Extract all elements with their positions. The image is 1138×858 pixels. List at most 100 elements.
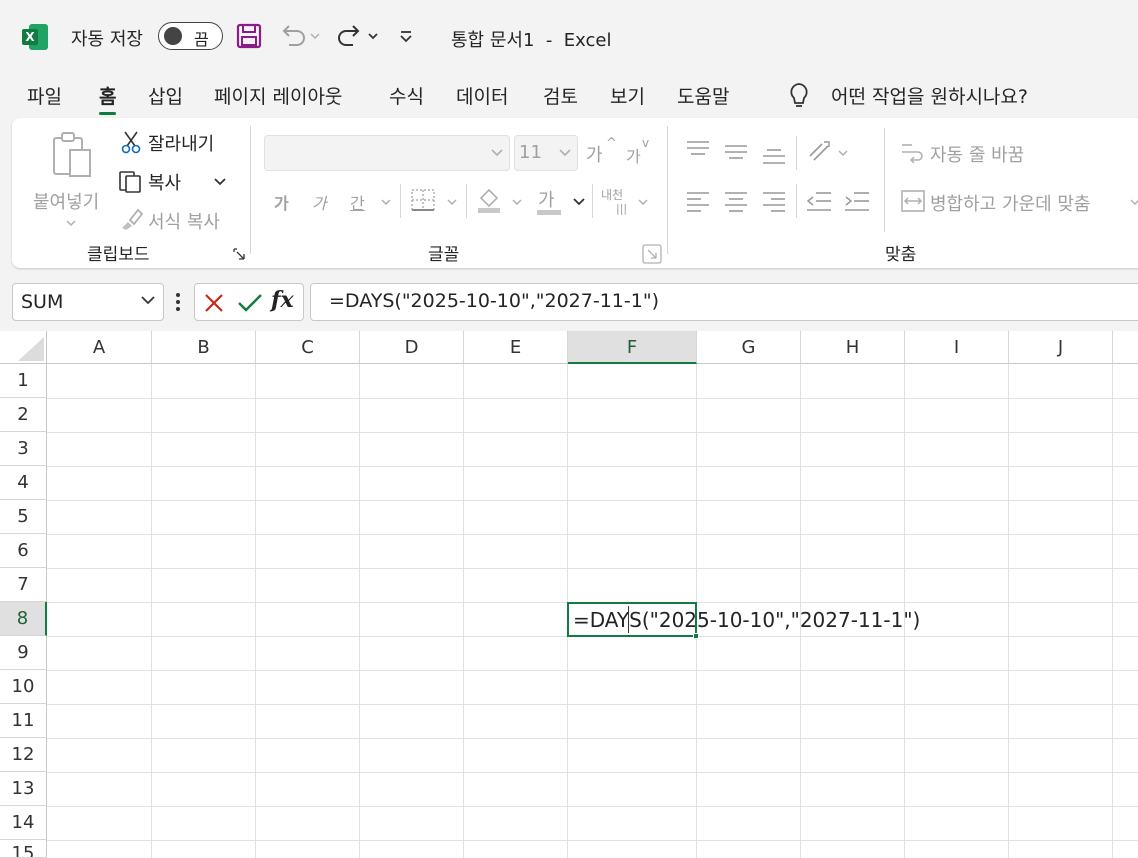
clipboard-dialog-launcher-icon[interactable] [233, 248, 245, 260]
worksheet-grid[interactable]: A B C D E F G H I J 1 2 3 4 5 6 7 8 9 10… [0, 331, 1138, 858]
row-header-5[interactable]: 5 [0, 500, 47, 534]
copy-button[interactable]: 복사 [118, 166, 228, 196]
row-header-13[interactable]: 13 [0, 772, 47, 806]
undo-icon[interactable] [278, 20, 324, 52]
select-all-button[interactable] [0, 331, 47, 364]
grow-font-button[interactable]: 가 [586, 141, 603, 167]
formula-input[interactable]: =DAYS("2025-10-10","2027-11-1") [310, 283, 1138, 321]
increase-indent-icon[interactable] [844, 190, 870, 212]
cut-button[interactable]: 잘라내기 [120, 128, 230, 156]
row-header-14[interactable]: 14 [0, 806, 47, 840]
tab-formulas[interactable]: 수식 [389, 82, 424, 109]
autosave-toggle[interactable]: 끔 [158, 22, 223, 50]
name-box[interactable]: SUM [12, 283, 164, 321]
column-header-f[interactable]: F [568, 331, 697, 364]
align-left-icon[interactable] [686, 190, 710, 212]
column-header-k[interactable] [1113, 331, 1138, 364]
bold-button[interactable]: 가 [274, 190, 289, 214]
copy-dropdown-icon[interactable] [214, 178, 226, 186]
row-header-12[interactable]: 12 [0, 738, 47, 772]
separator [250, 126, 251, 254]
column-header-i[interactable]: I [905, 331, 1009, 364]
italic-button[interactable]: 가 [312, 190, 327, 214]
title-bar: X 자동 저장 끔 통합 문서1 - Excel [0, 0, 1138, 72]
paste-button[interactable]: 붙여넣기 [30, 128, 108, 228]
align-middle-icon[interactable] [724, 144, 748, 164]
enter-check-icon[interactable] [237, 292, 263, 314]
lightbulb-icon[interactable] [788, 82, 810, 114]
save-icon[interactable] [234, 20, 264, 52]
phonetic-guide-button[interactable]: 내천 [601, 186, 623, 203]
column-header-d[interactable]: D [360, 331, 464, 364]
row-header-9[interactable]: 9 [0, 636, 47, 670]
orientation-dropdown-icon[interactable] [838, 150, 848, 157]
decrease-indent-icon[interactable] [806, 190, 832, 212]
separator [400, 184, 401, 218]
paste-dropdown-icon[interactable] [66, 220, 76, 228]
cancel-icon[interactable] [203, 292, 225, 314]
separator [884, 128, 885, 232]
fill-handle[interactable] [693, 633, 699, 639]
tab-review[interactable]: 검토 [543, 82, 578, 109]
align-right-icon[interactable] [762, 190, 786, 212]
document-title: 통합 문서1 - Excel [451, 30, 612, 51]
shrink-font-button[interactable]: 가 [626, 143, 641, 167]
row-header-8[interactable]: 8 [0, 602, 47, 636]
chevron-down-icon [141, 296, 155, 305]
tab-file[interactable]: 파일 [27, 82, 62, 109]
row-header-7[interactable]: 7 [0, 568, 47, 602]
row-header-11[interactable]: 11 [0, 704, 47, 738]
separator [796, 184, 797, 218]
column-header-g[interactable]: G [697, 331, 801, 364]
fill-color-dropdown-icon[interactable] [512, 199, 522, 206]
gridline [151, 364, 152, 858]
row-header-3[interactable]: 3 [0, 432, 47, 466]
font-name-combo[interactable] [264, 135, 510, 171]
insert-function-icon[interactable]: fx [271, 287, 294, 313]
align-center-icon[interactable] [724, 190, 748, 212]
row-header-2[interactable]: 2 [0, 398, 47, 432]
column-header-e[interactable]: E [464, 331, 568, 364]
font-dialog-launcher-icon[interactable] [642, 244, 662, 264]
customize-quick-access-icon[interactable] [394, 20, 418, 52]
redo-icon[interactable] [334, 20, 382, 52]
align-top-icon[interactable] [686, 140, 710, 160]
merge-dropdown-icon[interactable] [1130, 199, 1138, 206]
tab-data[interactable]: 데이터 [456, 82, 508, 109]
active-cell-f8[interactable]: =DAYS("2025-10-10","2027-11-1") [567, 602, 920, 637]
row-header-1[interactable]: 1 [0, 364, 47, 398]
wrap-text-button[interactable]: 자동 줄 바꿈 [900, 138, 1100, 168]
font-color-button[interactable]: 가 [538, 186, 555, 212]
align-bottom-icon[interactable] [762, 146, 786, 166]
format-painter-button[interactable]: 서식 복사 [118, 206, 238, 234]
tab-help[interactable]: 도움말 [677, 82, 729, 109]
column-header-j[interactable]: J [1009, 331, 1113, 364]
font-size-combo[interactable]: 11 [514, 135, 578, 171]
tab-home[interactable]: 홈 [99, 82, 117, 115]
borders-icon[interactable] [410, 188, 436, 212]
row-header-15[interactable]: 15 [0, 840, 47, 858]
column-header-a[interactable]: A [47, 331, 152, 364]
column-header-h[interactable]: H [801, 331, 905, 364]
column-header-b[interactable]: B [152, 331, 256, 364]
tab-insert[interactable]: 삽입 [148, 82, 183, 109]
merge-center-button[interactable]: 병합하고 가운데 맞춤 [900, 186, 1138, 216]
tab-page-layout[interactable]: 페이지 레이아웃 [214, 82, 342, 109]
row-header-4[interactable]: 4 [0, 466, 47, 500]
separator [592, 184, 593, 218]
gridline [47, 806, 1138, 807]
fill-color-icon[interactable] [476, 186, 502, 214]
column-header-c[interactable]: C [256, 331, 360, 364]
row-header-10[interactable]: 10 [0, 670, 47, 704]
orientation-icon[interactable] [806, 138, 832, 164]
row-header-6[interactable]: 6 [0, 534, 47, 568]
phonetic-dropdown-icon[interactable] [638, 199, 648, 206]
tell-me-search[interactable]: 어떤 작업을 원하시나요? [831, 82, 1028, 109]
font-color-dropdown-icon[interactable] [573, 198, 585, 206]
borders-dropdown-icon[interactable] [447, 199, 457, 206]
more-options-icon[interactable] [175, 291, 181, 313]
underline-button[interactable]: 간 [350, 190, 365, 214]
underline-dropdown-icon[interactable] [381, 199, 391, 206]
tab-view[interactable]: 보기 [610, 82, 645, 109]
gridline [47, 568, 1138, 569]
